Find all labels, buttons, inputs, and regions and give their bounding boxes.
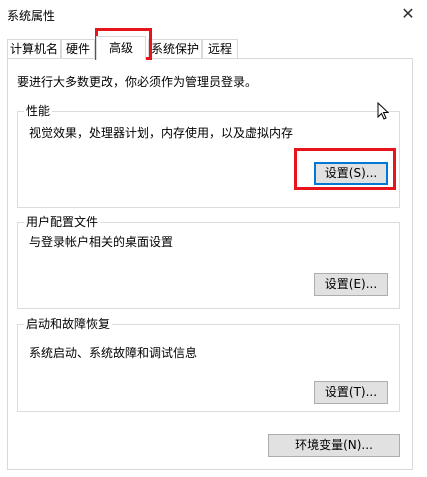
performance-settings-button[interactable]: 设置(S)... [314,162,388,185]
close-icon[interactable]: ✕ [397,3,419,25]
performance-group: 性能 视觉效果，处理器计划，内存使用，以及虚拟内存 设置(S)... [17,104,400,208]
user-profiles-group: 用户配置文件 与登录帐户相关的桌面设置 设置(E)... [17,215,400,309]
tab-system-protection[interactable]: 系统保护 [148,39,202,58]
user-profiles-settings-button[interactable]: 设置(E)... [314,273,388,296]
tab-computer-name[interactable]: 计算机名 [7,39,61,58]
user-profiles-desc: 与登录帐户相关的桌面设置 [29,235,174,249]
tab-advanced[interactable]: 高级 [96,36,146,60]
window-title: 系统属性 [7,9,56,23]
startup-recovery-settings-button[interactable]: 设置(T)... [314,381,388,404]
tab-hardware[interactable]: 硬件 [61,39,95,58]
title-bar: 系统属性 ✕ [0,0,427,30]
admin-note: 要进行大多数更改，你必须作为管理员登录。 [17,75,258,89]
performance-desc: 视觉效果，处理器计划，内存使用，以及虚拟内存 [29,126,294,140]
performance-title: 性能 [24,104,53,118]
tab-remote[interactable]: 远程 [202,39,238,58]
startup-recovery-title: 启动和故障恢复 [24,317,113,331]
mouse-pointer-icon [377,102,389,120]
user-profiles-title: 用户配置文件 [24,215,101,229]
startup-recovery-group: 启动和故障恢复 系统启动、系统故障和调试信息 设置(T)... [17,317,400,412]
environment-variables-button[interactable]: 环境变量(N)... [268,434,400,457]
startup-recovery-desc: 系统启动、系统故障和调试信息 [29,346,198,360]
